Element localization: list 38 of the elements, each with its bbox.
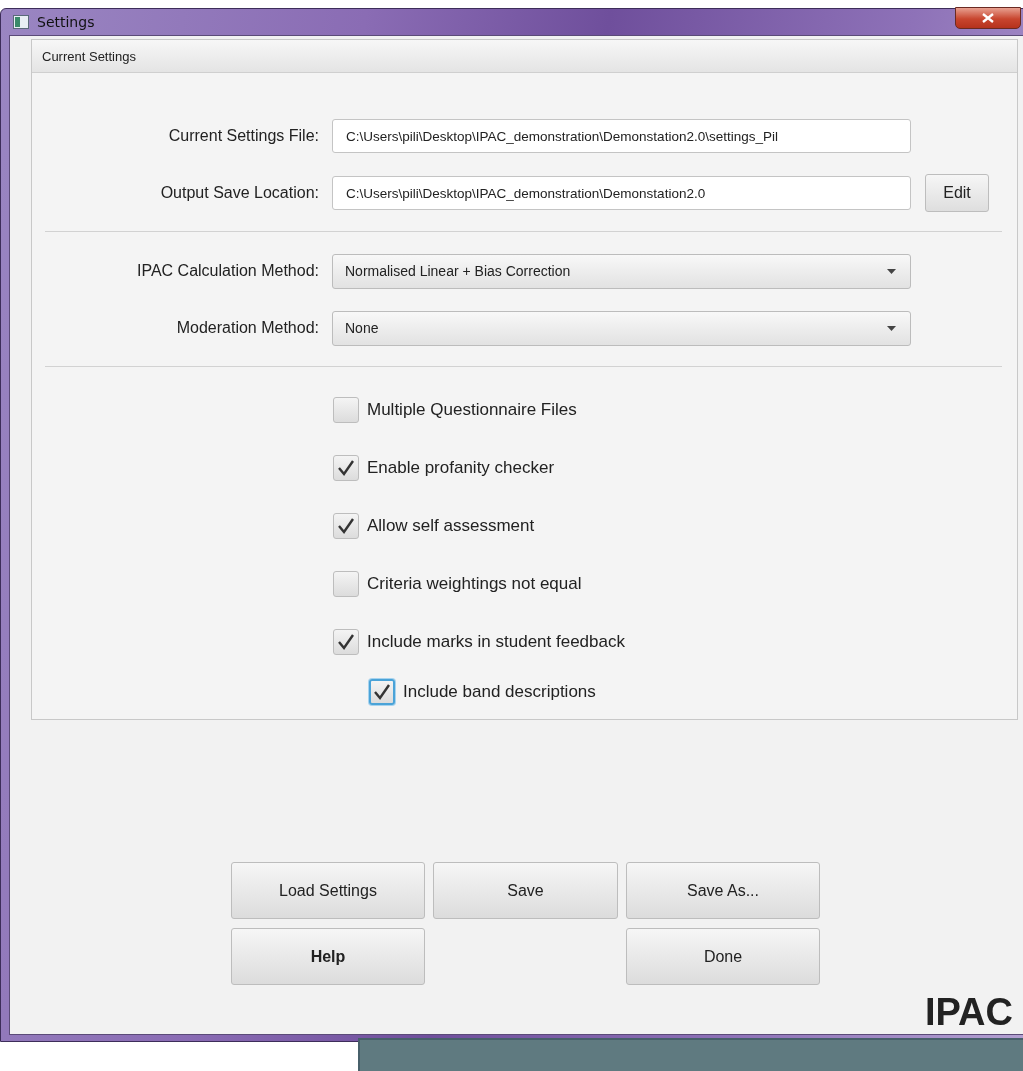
app-icon — [13, 15, 29, 29]
checkmark-icon — [337, 633, 355, 651]
checkmark-icon — [337, 459, 355, 477]
checkmark-icon — [373, 683, 391, 701]
field-label: Current Settings File: — [167, 127, 320, 145]
dialog-button[interactable]: Done — [626, 928, 820, 985]
dropdown-label: IPAC Calculation Method: — [136, 262, 320, 280]
checkbox-label: Include marks in student feedback — [367, 632, 625, 652]
close-icon — [982, 13, 994, 23]
close-button[interactable] — [955, 7, 1021, 29]
dialog-button[interactable]: Help — [231, 928, 425, 985]
checkbox-label: Include band descriptions — [403, 682, 596, 702]
dropdown-label: Moderation Method: — [175, 319, 320, 337]
checkbox[interactable] — [333, 629, 359, 655]
field-label: Output Save Location: — [159, 184, 320, 202]
path-field[interactable]: C:\Users\pili\Desktop\IPAC_demonstration\Demonstation2.0 — [332, 176, 911, 210]
caret-icon — [887, 268, 896, 274]
edit-button[interactable]: Edit — [925, 174, 989, 212]
panel-title: Current Settings — [42, 48, 136, 64]
checkbox[interactable] — [333, 571, 359, 597]
checkbox[interactable] — [333, 455, 359, 481]
path-field[interactable]: C:\Users\pili\Desktop\IPAC_demonstration\Demonstation2.0\settings_Pil — [332, 119, 911, 153]
dialog-button[interactable]: Save — [433, 862, 618, 919]
logo-text: IPAC — [925, 991, 1013, 1034]
caret-icon — [887, 325, 896, 331]
checkmark-icon — [337, 517, 355, 535]
checkbox-label: Criteria weightings not equal — [367, 574, 582, 594]
checkbox-label: Multiple Questionnaire Files — [367, 400, 577, 420]
dialog-button[interactable]: Load Settings — [231, 862, 425, 919]
dialog-button[interactable]: Save As... — [626, 862, 820, 919]
window-title: Settings — [37, 14, 95, 30]
checkbox-label: Enable profanity checker — [367, 458, 555, 478]
checkbox[interactable] — [333, 397, 359, 423]
dropdown[interactable]: None — [332, 310, 911, 346]
checkbox-label: Allow self assessment — [367, 516, 535, 536]
dropdown[interactable]: Normalised Linear + Bias Correction — [332, 253, 911, 289]
checkbox[interactable] — [333, 513, 359, 539]
checkbox[interactable] — [369, 679, 395, 705]
